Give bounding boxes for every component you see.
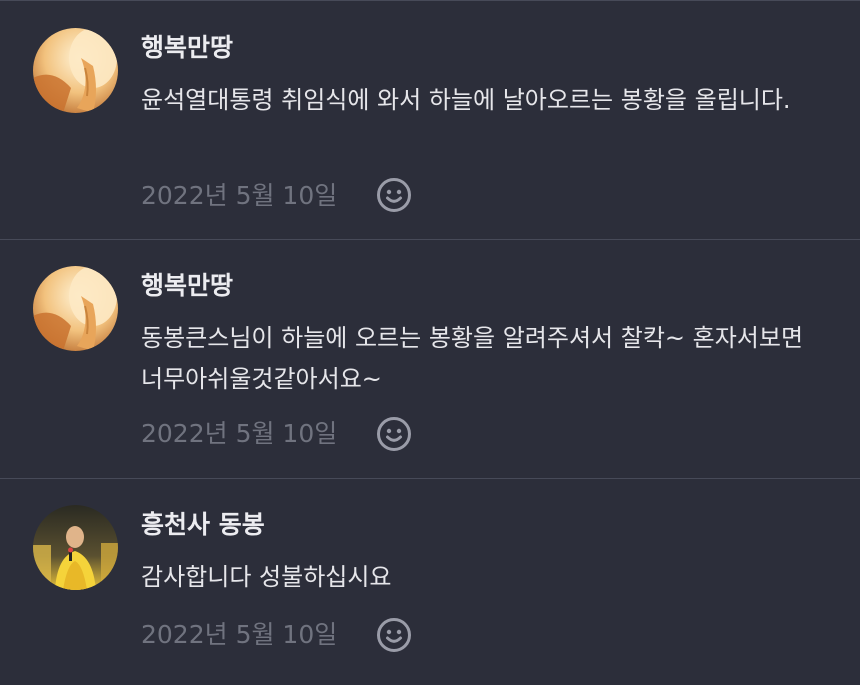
comment-text: 동봉큰스님이 하늘에 오르는 봉황을 알려주셔서 찰칵~ 혼자서보면 너무아쉬울… xyxy=(141,324,804,393)
comment-author[interactable]: 행복만땅 xyxy=(141,271,233,301)
praying-hands-avatar-image xyxy=(33,28,118,113)
comment-date: 2022년 5월 10일 xyxy=(141,419,338,448)
comment-date: 2022년 5월 10일 xyxy=(141,181,338,210)
praying-hands-avatar-image xyxy=(33,266,118,351)
smiley-icon[interactable] xyxy=(376,416,412,452)
comment-text: 감사합니다 성불하십시요 xyxy=(141,563,392,591)
comment-text: 윤석열대통령 취임식에 와서 하늘에 날아오르는 봉황을 올립니다. xyxy=(141,86,791,114)
comment-date: 2022년 5월 10일 xyxy=(141,620,338,649)
avatar[interactable] xyxy=(33,266,118,351)
comment-item: 행복만땅 윤석열대통령 취임식에 와서 하늘에 날아오르는 봉황을 올립니다. … xyxy=(0,0,860,240)
comment-list: 행복만땅 윤석열대통령 취임식에 와서 하늘에 날아오르는 봉황을 올립니다. … xyxy=(0,0,860,685)
comment-author[interactable]: 행복만땅 xyxy=(141,33,233,63)
smiley-icon[interactable] xyxy=(376,177,412,213)
comment-item: 흥천사 동봉 감사합니다 성불하십시요 2022년 5월 10일 xyxy=(0,479,860,685)
monk-avatar-image xyxy=(33,505,118,590)
comment-item: 행복만땅 동봉큰스님이 하늘에 오르는 봉황을 알려주셔서 찰칵~ 혼자서보면 … xyxy=(0,240,860,478)
smiley-icon[interactable] xyxy=(376,617,412,653)
avatar[interactable] xyxy=(33,505,118,590)
avatar[interactable] xyxy=(33,28,118,113)
comment-author[interactable]: 흥천사 동봉 xyxy=(141,510,265,540)
